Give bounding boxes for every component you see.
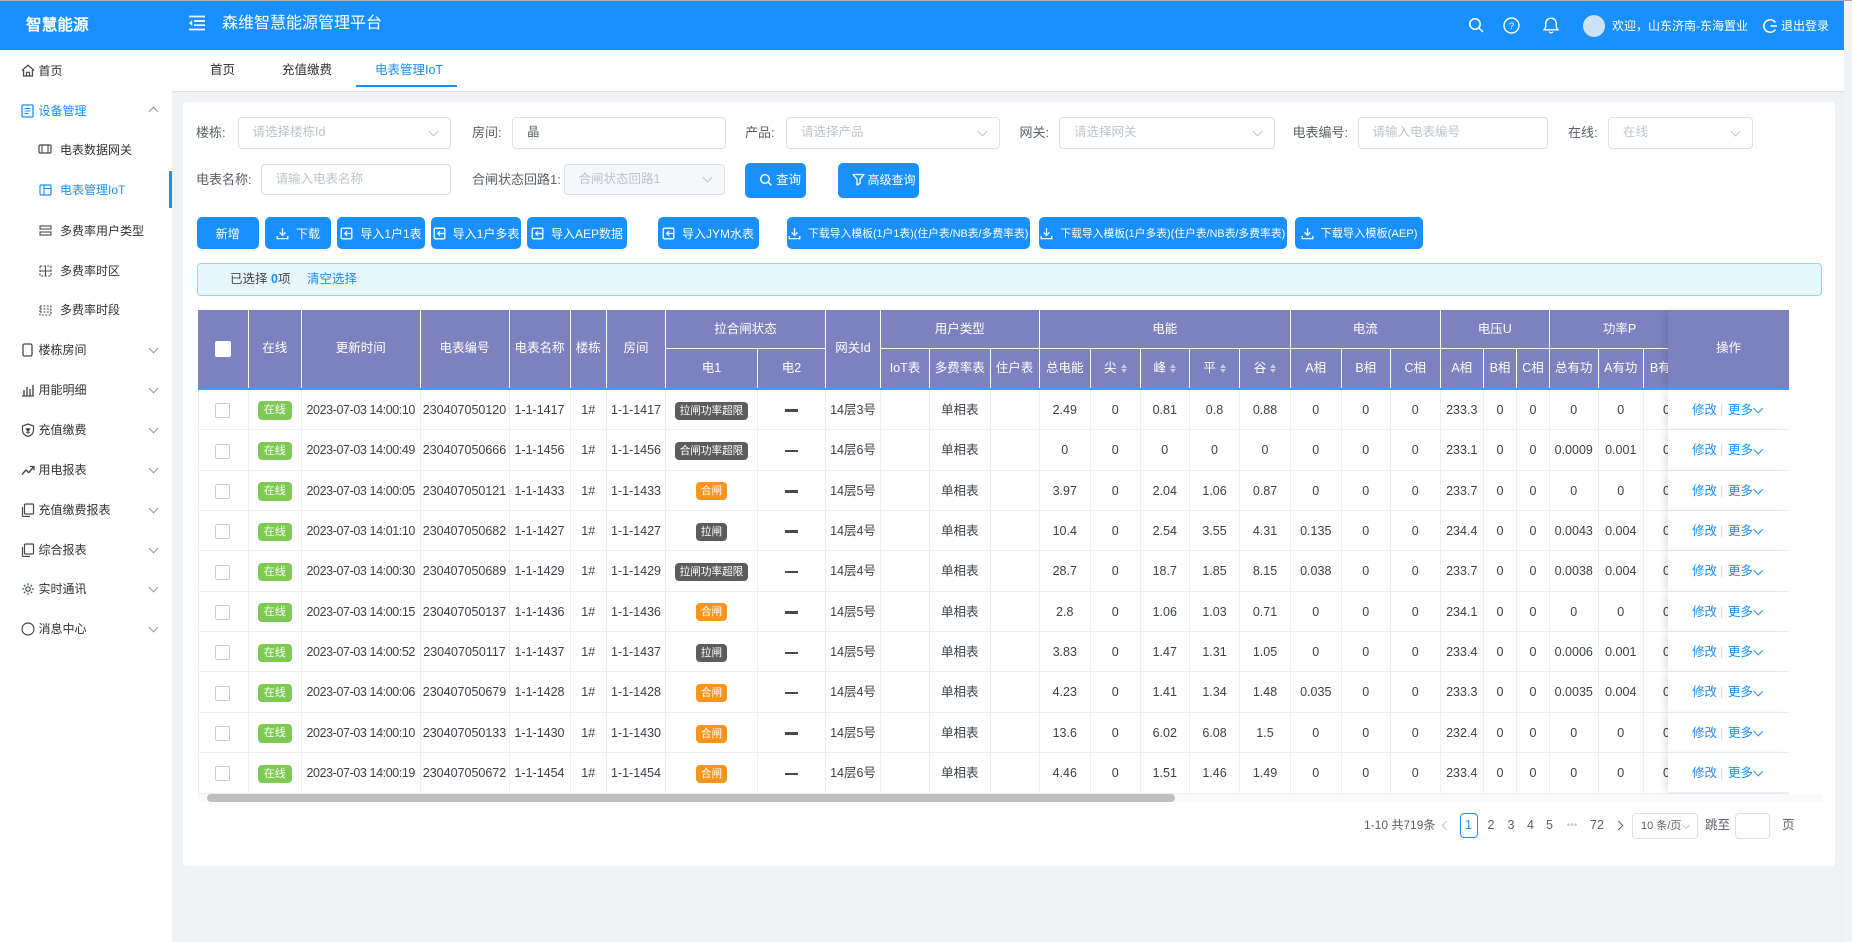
svg-text:?: ? xyxy=(1509,21,1514,32)
